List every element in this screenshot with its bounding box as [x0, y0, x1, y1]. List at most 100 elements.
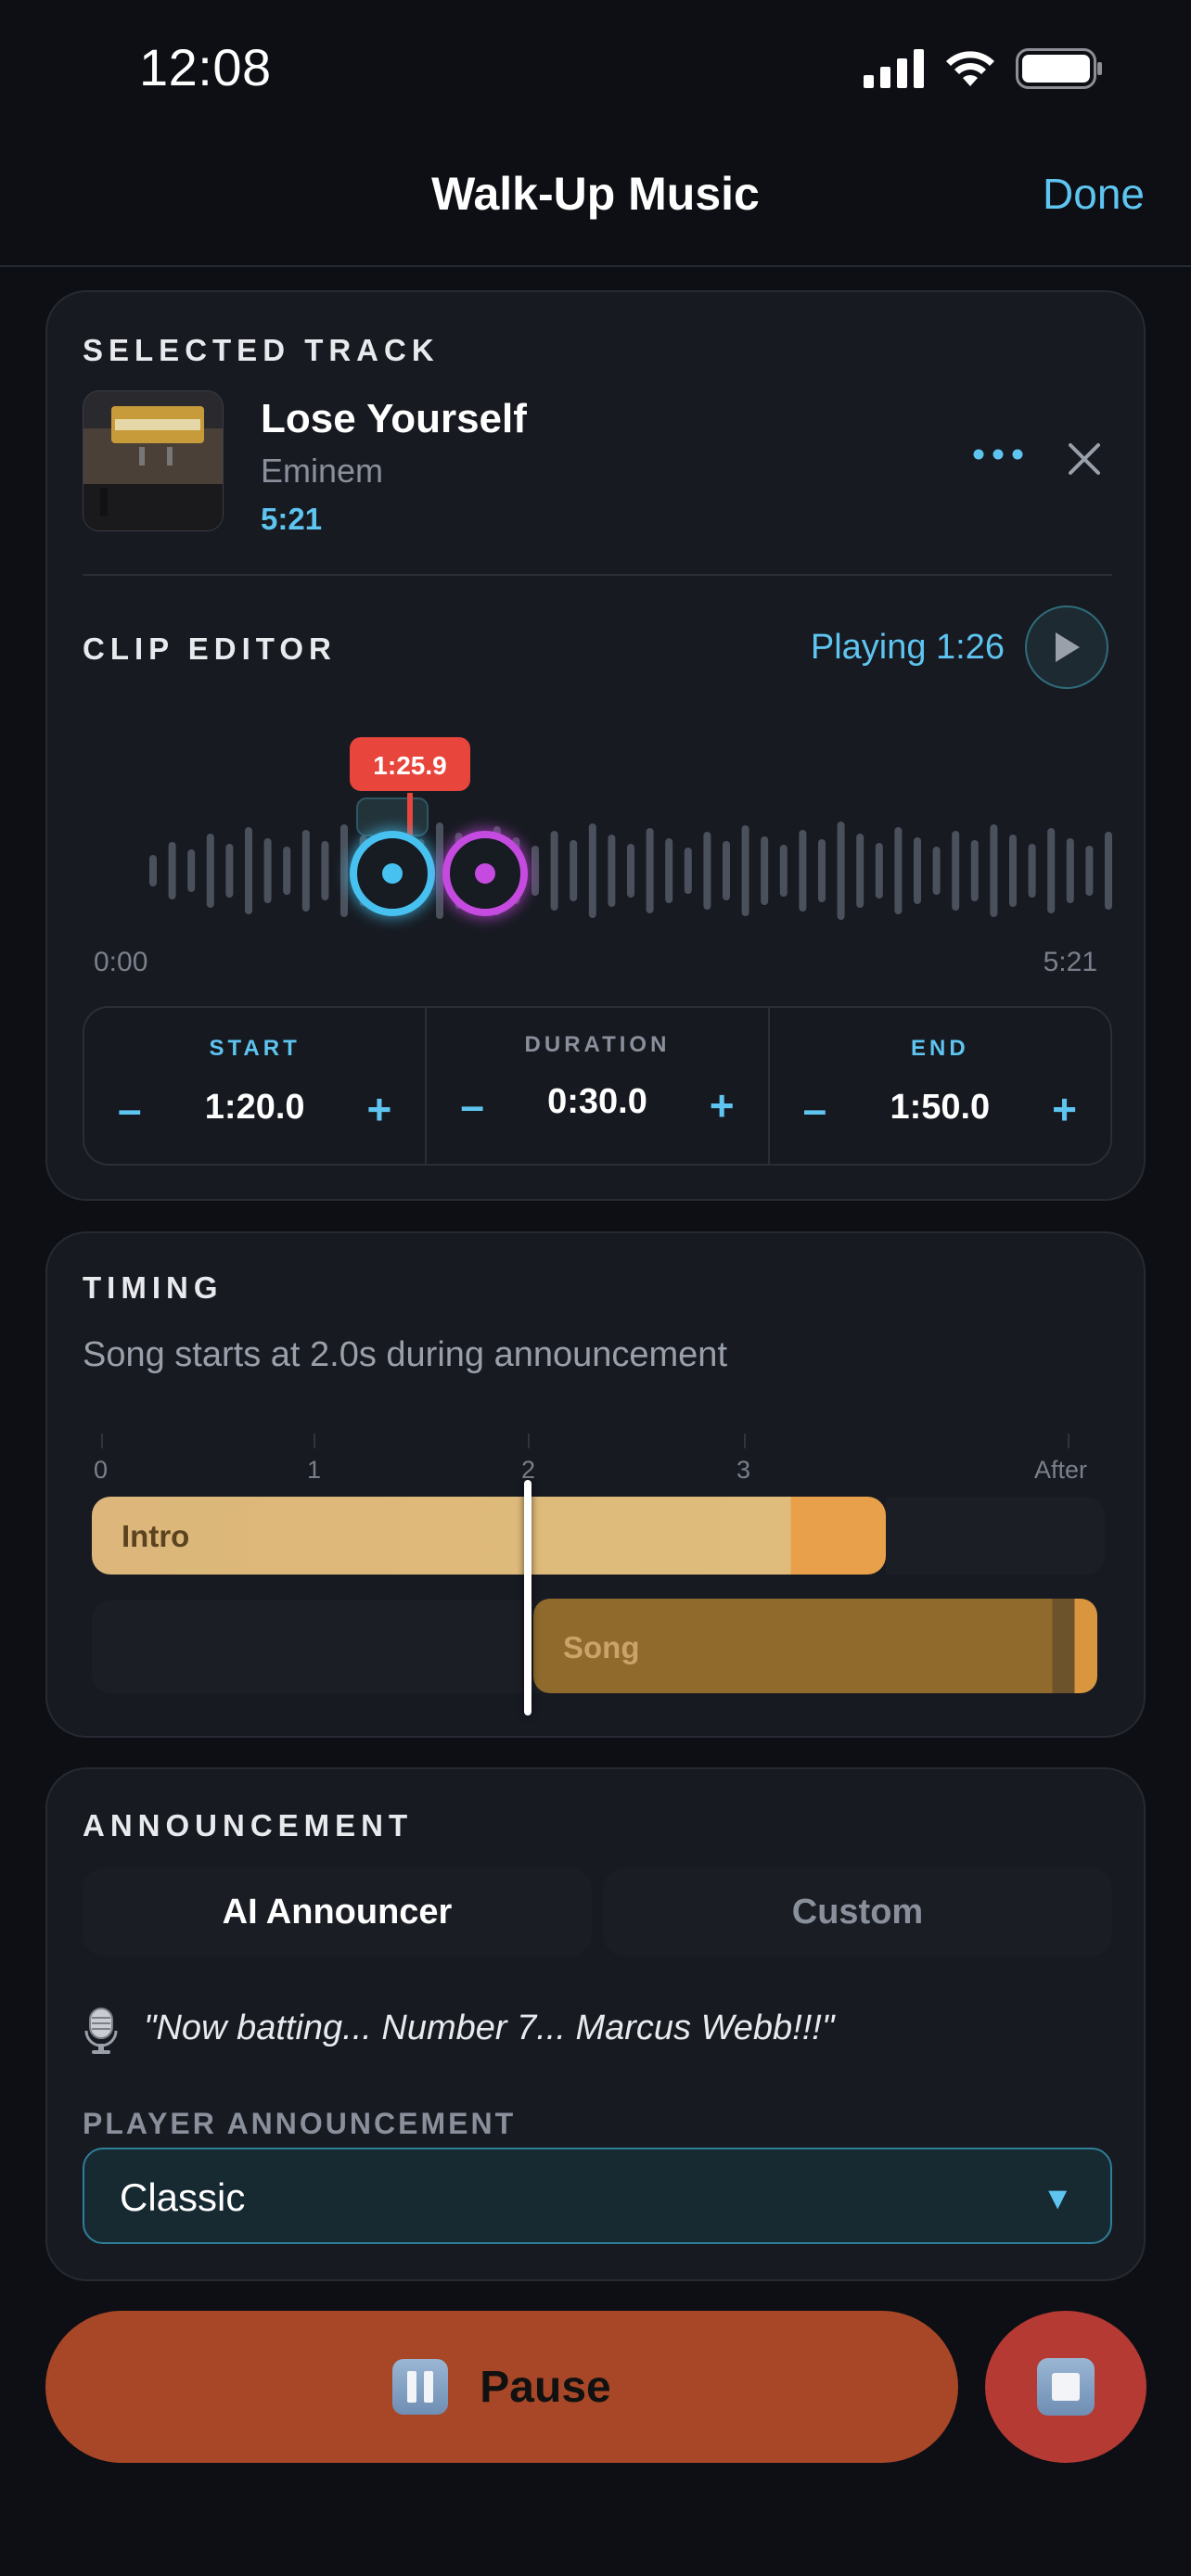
waveform-bar: [608, 835, 616, 907]
tick-mark: [314, 1434, 315, 1448]
waveform-bar: [627, 844, 634, 898]
waveform-bar: [990, 824, 998, 917]
waveform-bar: [149, 855, 157, 886]
track-title: Lose Yourself: [261, 396, 527, 441]
player-announcement-label: PLAYER ANNOUNCEMENT: [83, 2107, 517, 2140]
song-label: Song: [563, 1630, 640, 1664]
announcement-style-select[interactable]: Classic ▼: [83, 2148, 1112, 2244]
tick-label: 1: [307, 1456, 322, 1484]
selected-track-label: SELECTED TRACK: [83, 333, 440, 367]
timeline-start: 0:00: [94, 947, 148, 977]
waveform-bar: [723, 841, 730, 900]
announcement-label: ANNOUNCEMENT: [83, 1808, 414, 1843]
waveform-bar: [225, 844, 234, 898]
end-handle[interactable]: [442, 831, 528, 916]
waveform-bar: [206, 834, 214, 908]
waveform-bar: [168, 842, 176, 899]
pause-button[interactable]: Pause: [45, 2311, 958, 2463]
start-label: START: [209, 1036, 301, 1061]
pause-icon: [392, 2359, 449, 2415]
waveform-bar: [1085, 846, 1094, 896]
clip-editor-label: CLIP EDITOR: [83, 631, 337, 666]
status-time: 12:08: [139, 38, 272, 96]
waveform-bar: [837, 822, 845, 920]
announcement-quote: "Now batting... Number 7... Marcus Webb!…: [144, 2009, 835, 2047]
tick-mark: [528, 1434, 530, 1448]
waveform-bar: [665, 838, 673, 903]
waveform-bar: [187, 849, 196, 892]
waveform-bar: [1009, 835, 1017, 907]
waveform-bar: [245, 827, 252, 914]
waveform-bar: [952, 831, 960, 911]
start-increment-button[interactable]: +: [366, 1084, 391, 1134]
duration-label: DURATION: [524, 1032, 671, 1057]
waveform-bar: [588, 823, 596, 918]
track-artist: Eminem: [261, 452, 384, 490]
waveform-bar: [779, 845, 788, 897]
pause-label: Pause: [480, 2362, 611, 2412]
playing-status: Playing 1:26: [810, 628, 1005, 667]
dropdown-arrow-icon: ▼: [1042, 2181, 1073, 2216]
song-lane-background: [92, 1600, 574, 1693]
end-label: END: [910, 1036, 969, 1061]
tick-mark: [1068, 1434, 1069, 1448]
battery-icon: [1016, 48, 1102, 89]
more-options-button[interactable]: [970, 436, 1026, 473]
duration-stepper: DURATION – 0:30.0 +: [427, 1008, 770, 1164]
stop-button[interactable]: [985, 2311, 1146, 2463]
intro-lane-background: [886, 1497, 1105, 1575]
wifi-icon: [946, 51, 994, 86]
waveform-bar: [741, 825, 749, 916]
duration-increment-button[interactable]: +: [710, 1080, 735, 1130]
tab-ai-announcer[interactable]: AI Announcer: [83, 1868, 592, 1957]
card-divider: [83, 574, 1112, 576]
announcement-card: ANNOUNCEMENT AI Announcer Custom "Now ba…: [45, 1767, 1146, 2281]
waveform-bar: [1047, 828, 1056, 913]
intro-label: Intro: [122, 1519, 190, 1553]
waveform-bar: [1028, 844, 1036, 898]
microphone-icon: [84, 2008, 118, 2054]
announcer-segmented-control: AI Announcer Custom: [83, 1868, 1112, 1957]
clip-steppers: START – 1:20.0 + DURATION – 0:30.0 + END…: [83, 1006, 1112, 1166]
remove-track-button[interactable]: [1066, 440, 1103, 478]
waveform-bar: [570, 840, 578, 901]
waveform-bar: [1105, 832, 1112, 910]
waveform-bar: [914, 837, 921, 904]
tick-mark: [101, 1434, 103, 1448]
ellipsis-icon: [973, 449, 1023, 460]
timing-playhead[interactable]: [524, 1480, 531, 1715]
waveform[interactable]: 1:25.9: [83, 700, 1112, 923]
waveform-bar: [799, 830, 807, 912]
waveform-bar: [263, 838, 272, 903]
start-handle[interactable]: [350, 831, 435, 916]
waveform-bar: [703, 832, 711, 910]
tick-label: 0: [94, 1456, 109, 1484]
done-button[interactable]: Done: [1043, 169, 1145, 219]
waveform-bar: [875, 843, 883, 899]
nav-divider: [0, 265, 1191, 267]
selected-style: Classic: [120, 2175, 246, 2219]
intro-bar[interactable]: [92, 1497, 886, 1575]
timing-description: Song starts at 2.0s during announcement: [83, 1335, 728, 1374]
page-title: Walk-Up Music: [431, 168, 760, 220]
preview-play-button[interactable]: [1025, 606, 1108, 689]
waveform-bar: [646, 828, 654, 913]
tick-label: 3: [736, 1456, 751, 1484]
status-icons: [864, 48, 1103, 89]
tab-custom[interactable]: Custom: [603, 1868, 1112, 1957]
stop-icon: [1037, 2358, 1095, 2416]
track-length: 5:21: [261, 502, 323, 536]
album-artwork: [83, 390, 224, 531]
waveform-bar: [932, 847, 941, 895]
playhead-tooltip: 1:25.9: [373, 751, 446, 780]
waveform-bar: [970, 840, 979, 901]
timing-card: TIMING Song starts at 2.0s during announ…: [45, 1231, 1146, 1738]
waveform-bar: [856, 834, 864, 908]
waveform-bar: [684, 848, 692, 894]
timeline-end: 5:21: [1043, 947, 1097, 977]
start-stepper: START – 1:20.0 +: [84, 1008, 428, 1164]
end-increment-button[interactable]: +: [1052, 1084, 1077, 1134]
waveform-bar: [1066, 838, 1074, 903]
clip-handles: [350, 831, 528, 916]
timing-label: TIMING: [83, 1270, 224, 1305]
